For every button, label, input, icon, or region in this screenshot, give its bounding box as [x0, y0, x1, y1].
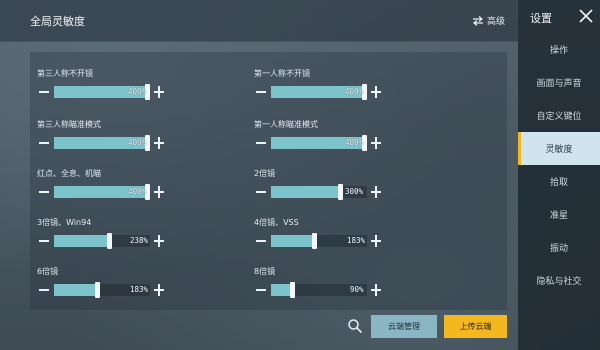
slider-thumb[interactable]: [95, 282, 100, 298]
setting-label: 第三人称瞄准模式: [37, 120, 101, 129]
slider-control: 90%: [254, 281, 382, 299]
slider-value: 238%: [130, 236, 149, 245]
slider-control: 400%: [254, 134, 382, 152]
slider-thumb[interactable]: [290, 282, 295, 298]
slider-thumb[interactable]: [312, 233, 317, 249]
search-icon[interactable]: [347, 318, 363, 334]
decrease-button[interactable]: [254, 134, 268, 152]
advanced-label: 高级: [487, 17, 506, 27]
cloud-manage-button[interactable]: 云端管理: [371, 315, 437, 338]
sidebar-item-privacy-social[interactable]: 隐私与社交: [518, 264, 600, 297]
sidebar-item-sensitivity[interactable]: 灵敏度: [518, 132, 600, 165]
decrease-button[interactable]: [37, 281, 51, 299]
slider-value: 90%: [350, 285, 364, 294]
header-bar: 全局灵敏度 高级: [0, 0, 518, 42]
slider-track[interactable]: 400%: [271, 135, 367, 151]
advanced-toggle[interactable]: 高级: [472, 14, 505, 27]
slider-control: 400%: [37, 183, 165, 201]
setting-6x-scope: 6倍镜 183%: [34, 266, 264, 306]
setting-fpp-aim: 第一人称瞄准模式 400%: [251, 119, 481, 159]
slider-fill: [271, 235, 314, 247]
sidebar-header: 设置: [518, 0, 600, 34]
increase-button[interactable]: [152, 83, 166, 101]
page-title: 全局灵敏度: [30, 15, 85, 28]
decrease-button[interactable]: [37, 134, 51, 152]
setting-2x-scope: 2倍镜 300%: [251, 168, 481, 208]
setting-label: 4倍镜、VSS: [254, 218, 299, 227]
sidebar-item-pickup[interactable]: 拾取: [518, 165, 600, 198]
slider-value: 400%: [127, 187, 146, 196]
slider-control: 183%: [254, 232, 382, 250]
decrease-button[interactable]: [37, 232, 51, 250]
decrease-button[interactable]: [254, 232, 268, 250]
slider-value: 183%: [130, 285, 149, 294]
increase-button[interactable]: [152, 183, 166, 201]
setting-label: 8倍镜: [254, 267, 276, 276]
setting-label: 第一人称瞄准模式: [254, 120, 318, 129]
slider-value: 400%: [127, 138, 146, 147]
setting-8x-scope: 8倍镜 90%: [251, 266, 481, 306]
increase-button[interactable]: [369, 281, 383, 299]
setting-label: 2倍镜: [254, 169, 276, 178]
increase-button[interactable]: [152, 134, 166, 152]
close-icon[interactable]: [578, 8, 594, 24]
setting-label: 3倍镜、Win94: [37, 218, 92, 227]
slider-track[interactable]: 300%: [271, 184, 367, 200]
increase-button[interactable]: [369, 232, 383, 250]
slider-track[interactable]: 400%: [271, 84, 367, 100]
upload-cloud-button[interactable]: 上传云端: [444, 315, 507, 338]
slider-thumb[interactable]: [338, 184, 343, 200]
setting-label: 红点、全息、机瞄: [37, 169, 101, 178]
increase-button[interactable]: [152, 232, 166, 250]
decrease-button[interactable]: [254, 183, 268, 201]
setting-reddot-holo: 红点、全息、机瞄 400%: [34, 168, 264, 208]
setting-4x-scope: 4倍镜、VSS 183%: [251, 217, 481, 257]
slider-track[interactable]: 400%: [54, 84, 150, 100]
slider-thumb[interactable]: [107, 233, 112, 249]
slider-control: 400%: [37, 134, 165, 152]
setting-3x-scope: 3倍镜、Win94 238%: [34, 217, 264, 257]
slider-control: 300%: [254, 183, 382, 201]
settings-sidebar: 设置 操作 画面与声音 自定义键位 灵敏度 拾取 准星 振动 隐私与社交: [518, 0, 600, 350]
slider-value: 183%: [347, 236, 366, 245]
slider-fill: [54, 235, 109, 247]
slider-value: 400%: [344, 87, 363, 96]
slider-fill: [271, 186, 340, 198]
slider-track[interactable]: 400%: [54, 184, 150, 200]
sidebar-item-custom-layout[interactable]: 自定义键位: [518, 99, 600, 132]
slider-control: 238%: [37, 232, 165, 250]
sidebar-item-crosshair[interactable]: 准星: [518, 198, 600, 231]
sidebar-item-controls[interactable]: 操作: [518, 33, 600, 66]
slider-fill: [271, 284, 292, 296]
setting-label: 第一人称不开镜: [254, 69, 310, 78]
slider-value: 300%: [344, 187, 363, 196]
slider-value: 400%: [127, 87, 146, 96]
decrease-button[interactable]: [254, 83, 268, 101]
increase-button[interactable]: [369, 83, 383, 101]
decrease-button[interactable]: [37, 83, 51, 101]
setting-fpp-no-scope: 第一人称不开镜 400%: [251, 68, 481, 108]
decrease-button[interactable]: [37, 183, 51, 201]
sensitivity-panel: 第三人称不开镜 400% 第一人称不开镜 400% 第三人称瞄准模式 400% …: [30, 52, 507, 310]
slider-track[interactable]: 400%: [54, 135, 150, 151]
increase-button[interactable]: [369, 183, 383, 201]
increase-button[interactable]: [369, 134, 383, 152]
slider-control: 400%: [37, 83, 165, 101]
decrease-button[interactable]: [254, 281, 268, 299]
setting-label: 6倍镜: [37, 267, 59, 276]
slider-fill: [54, 284, 97, 296]
setting-label: 第三人称不开镜: [37, 69, 93, 78]
slider-control: 183%: [37, 281, 165, 299]
slider-control: 400%: [254, 83, 382, 101]
settings-title: 设置: [530, 12, 552, 25]
slider-value: 400%: [344, 138, 363, 147]
increase-button[interactable]: [152, 281, 166, 299]
sidebar-item-graphics-audio[interactable]: 画面与声音: [518, 66, 600, 99]
swap-arrows-icon: [473, 15, 483, 26]
setting-tpp-no-scope: 第三人称不开镜 400%: [34, 68, 264, 108]
sidebar-item-vibration[interactable]: 振动: [518, 231, 600, 264]
setting-tpp-aim: 第三人称瞄准模式 400%: [34, 119, 264, 159]
